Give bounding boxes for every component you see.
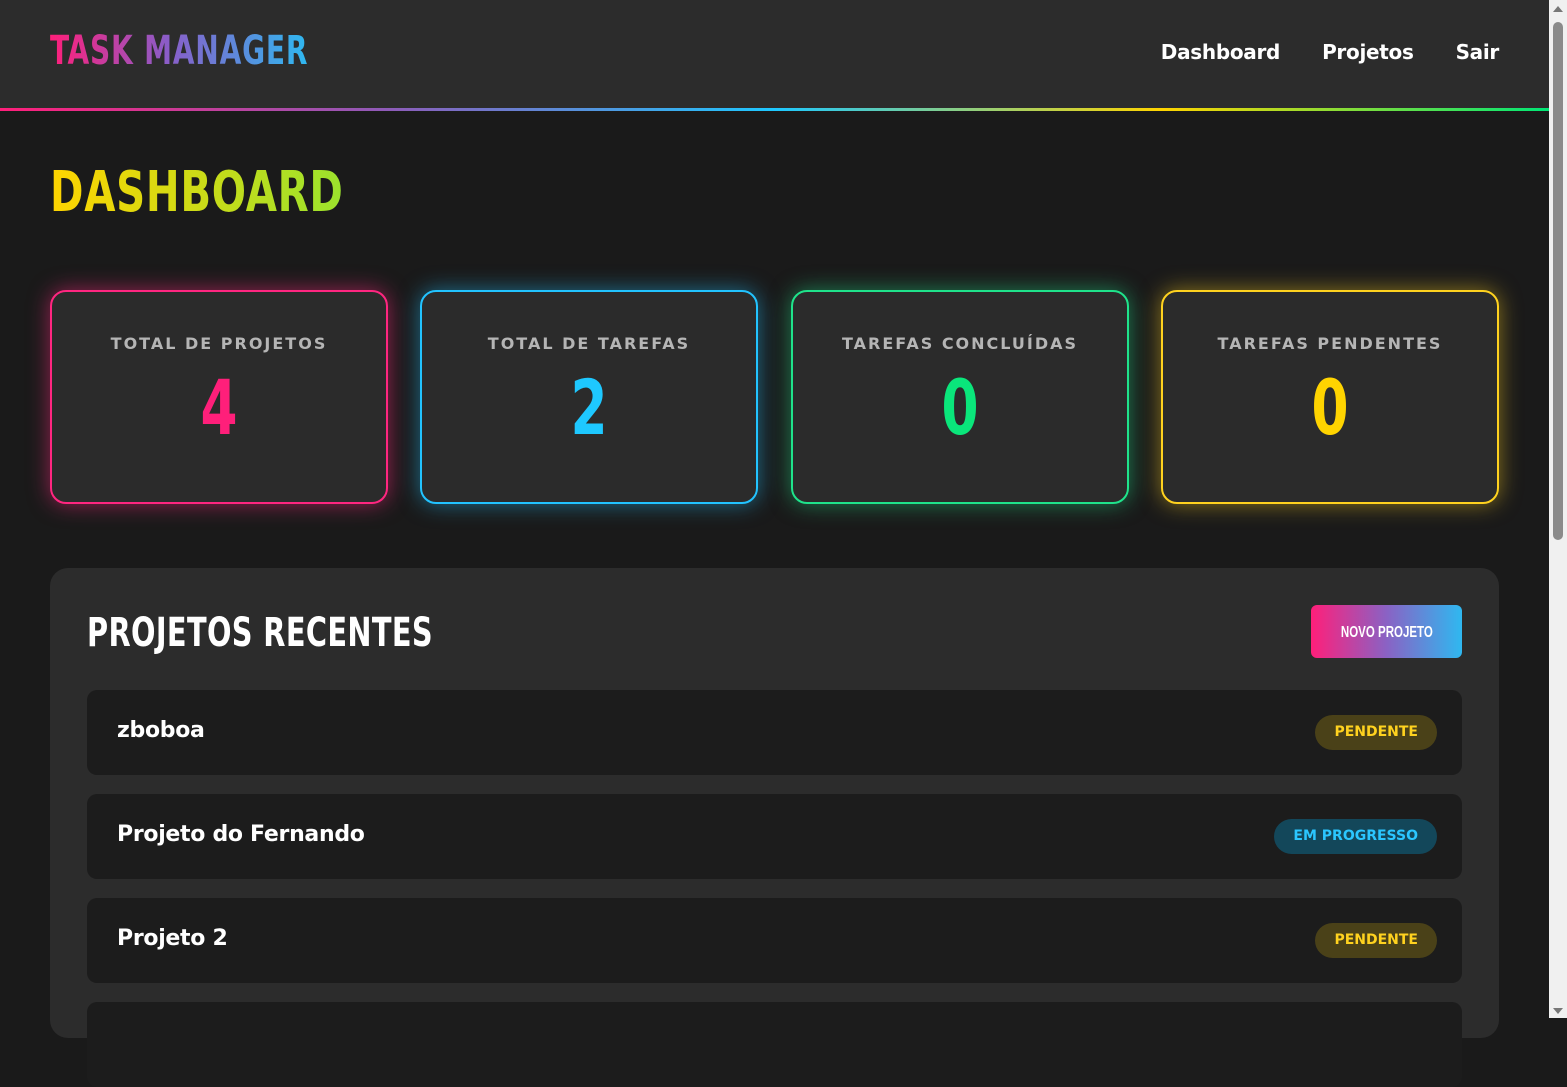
navbar: TASK MANAGER Dashboard Projetos Sair xyxy=(0,0,1549,108)
scroll-down-icon[interactable] xyxy=(1553,1008,1563,1014)
project-name: Projeto do Fernando xyxy=(117,822,365,847)
project-row[interactable]: Projeto do Fernando EM PROGRESSO xyxy=(87,794,1462,879)
page-title: DASHBOARD xyxy=(50,160,344,225)
project-name: zboboa xyxy=(117,718,205,743)
recent-projects-panel: PROJETOS RECENTES NOVO PROJETO zboboa PE… xyxy=(50,568,1499,1087)
project-row[interactable]: Projeto 2 PENDENTE xyxy=(87,898,1462,983)
stat-value: 2 xyxy=(570,363,608,452)
project-row[interactable]: zboboa PENDENTE xyxy=(87,690,1462,775)
stat-label: TAREFAS PENDENTES xyxy=(1217,334,1443,353)
status-badge: PENDENTE xyxy=(1315,923,1437,958)
stat-value: 4 xyxy=(200,363,238,452)
status-badge: PENDENTE xyxy=(1315,715,1437,750)
navbar-gradient-divider xyxy=(0,108,1549,111)
new-project-button[interactable]: NOVO PROJETO xyxy=(1311,605,1462,658)
recent-projects-title: PROJETOS RECENTES xyxy=(87,610,434,656)
stat-card-tarefas-concluidas: TAREFAS CONCLUÍDAS 0 xyxy=(791,290,1129,504)
stat-label: TOTAL DE TAREFAS xyxy=(487,334,691,353)
stat-card-tarefas-pendentes: TAREFAS PENDENTES 0 xyxy=(1161,290,1499,504)
stat-card-total-tarefas: TOTAL DE TAREFAS 2 xyxy=(420,290,758,504)
scroll-up-icon[interactable] xyxy=(1553,6,1563,12)
project-row[interactable] xyxy=(87,1002,1462,1087)
nav-link-dashboard[interactable]: Dashboard xyxy=(1161,40,1281,64)
nav-links: Dashboard Projetos Sair xyxy=(1161,40,1500,64)
new-project-button-label: NOVO PROJETO xyxy=(1340,624,1433,641)
brand-logo[interactable]: TASK MANAGER xyxy=(50,28,308,74)
stat-label: TOTAL DE PROJETOS xyxy=(110,334,328,353)
status-badge: EM PROGRESSO xyxy=(1274,819,1437,854)
nav-link-projetos[interactable]: Projetos xyxy=(1322,40,1414,64)
stat-value: 0 xyxy=(941,363,979,452)
stat-label: TAREFAS CONCLUÍDAS xyxy=(841,334,1079,353)
nav-link-sair[interactable]: Sair xyxy=(1456,40,1500,64)
stat-card-total-projetos: TOTAL DE PROJETOS 4 xyxy=(50,290,388,504)
project-name: Projeto 2 xyxy=(117,926,228,951)
stat-value: 0 xyxy=(1311,363,1349,452)
scrollbar-thumb[interactable] xyxy=(1553,22,1563,540)
vertical-scrollbar[interactable] xyxy=(1549,0,1567,1018)
